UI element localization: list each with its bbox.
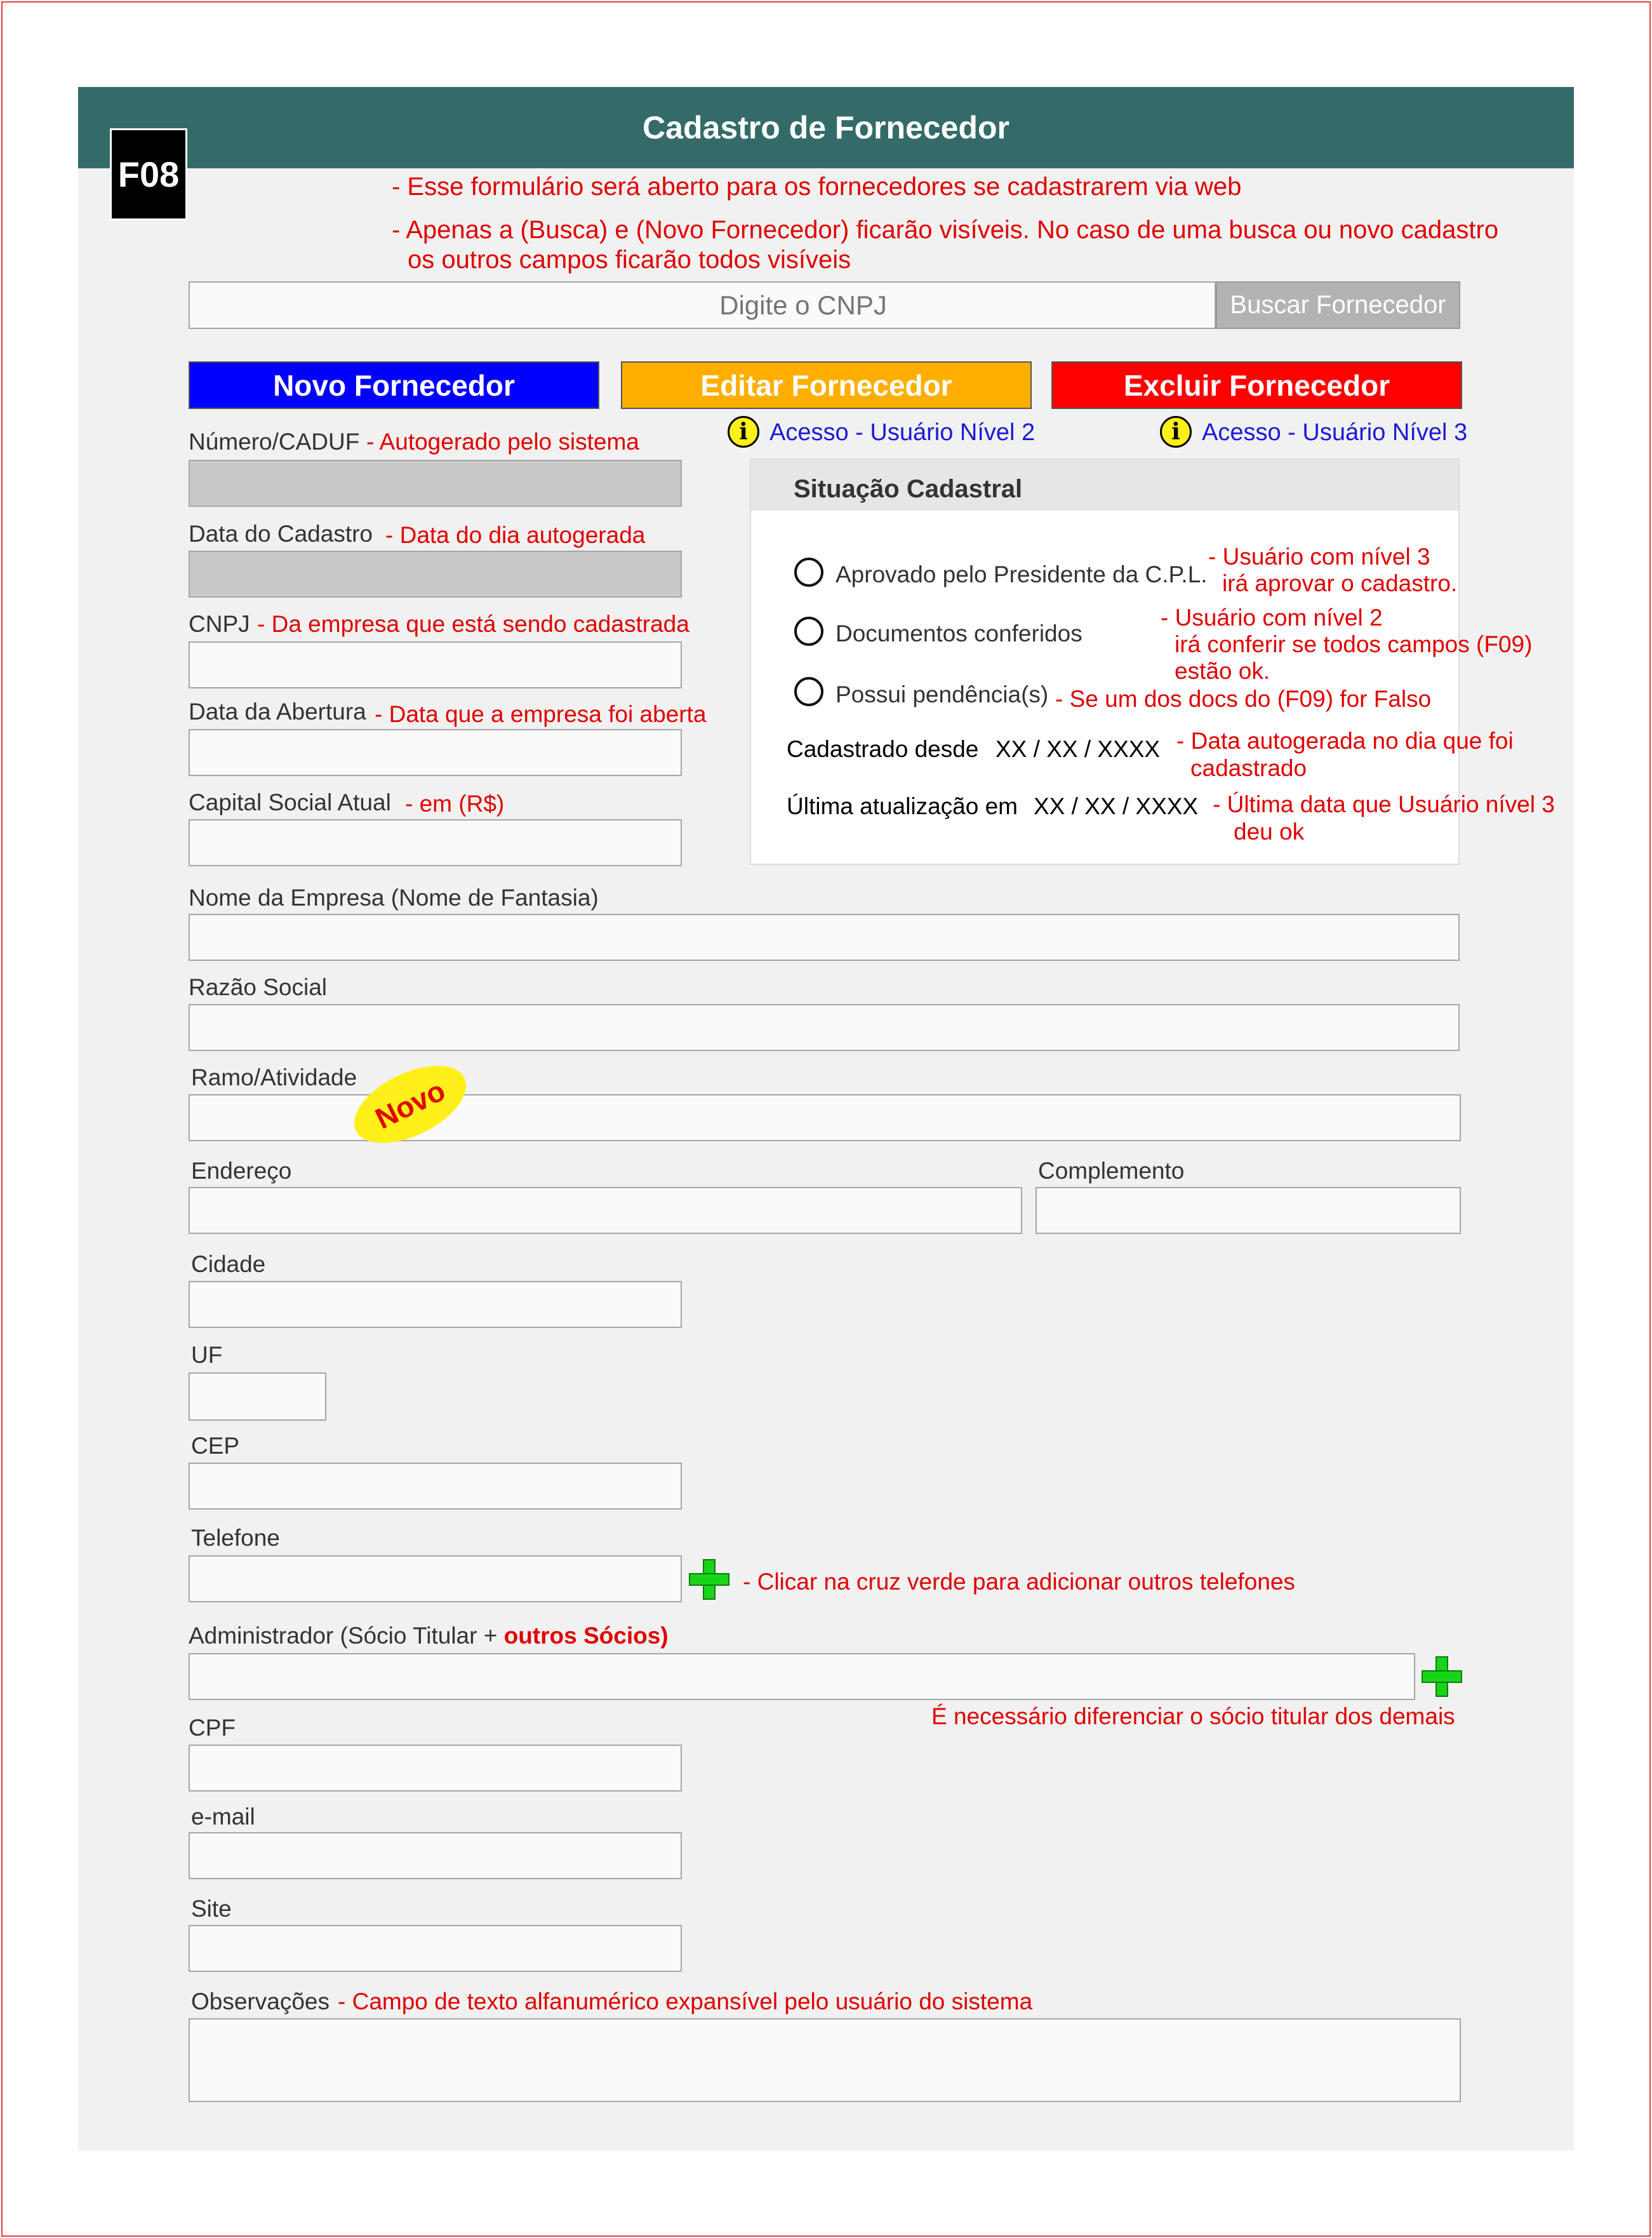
form-header: Cadastro de Fornecedor bbox=[78, 87, 1574, 168]
numero-label: Número/CADUF bbox=[189, 429, 360, 455]
administrador-label-bold: outros Sócios) bbox=[503, 1623, 669, 1649]
atualizacao-value: XX / XX / XXXX bbox=[1034, 793, 1199, 819]
cadastrado-value: XX / XX / XXXX bbox=[996, 736, 1161, 762]
capital-input[interactable] bbox=[189, 819, 682, 866]
form-code-badge: F08 bbox=[110, 128, 187, 220]
capital-note: - em (R$) bbox=[405, 791, 505, 817]
documentos-note-3: estão ok. bbox=[1175, 658, 1270, 684]
aprovado-note-2: irá aprovar o cadastro. bbox=[1222, 570, 1458, 596]
info-icon: i bbox=[1160, 416, 1192, 448]
administrador-label-text: Administrador (Sócio Titular + bbox=[189, 1623, 504, 1649]
cnpj-label: CNPJ bbox=[189, 611, 250, 637]
data-cadastro-note: - Data do dia autogerada bbox=[385, 522, 646, 548]
documentos-radio[interactable] bbox=[794, 617, 823, 646]
site-label: Site bbox=[191, 1896, 232, 1922]
documentos-label: Documentos conferidos bbox=[836, 620, 1082, 647]
endereco-input[interactable] bbox=[189, 1187, 1022, 1234]
site-input[interactable] bbox=[189, 1925, 682, 1972]
cadastrado-note-2: cadastrado bbox=[1190, 755, 1307, 781]
ramo-label: Ramo/Atividade bbox=[191, 1064, 357, 1090]
aprovado-label: Aprovado pelo Presidente da C.P.L. bbox=[836, 561, 1208, 587]
delete-supplier-button[interactable]: Excluir Fornecedor bbox=[1051, 361, 1462, 409]
data-abertura-label: Data da Abertura bbox=[189, 699, 366, 725]
administrador-label: Administrador (Sócio Titular + outros Só… bbox=[189, 1623, 669, 1649]
capital-label: Capital Social Atual bbox=[189, 789, 391, 815]
complemento-input[interactable] bbox=[1036, 1187, 1461, 1234]
search-supplier-button-label: Buscar Fornecedor bbox=[1230, 291, 1446, 319]
razao-social-label: Razão Social bbox=[189, 974, 328, 1000]
cpf-label: CPF bbox=[189, 1715, 236, 1741]
delete-access-note: Acesso - Usuário Nível 3 bbox=[1202, 419, 1468, 446]
cpf-input[interactable] bbox=[189, 1745, 682, 1792]
email-input[interactable] bbox=[189, 1832, 682, 1879]
form-code: F08 bbox=[117, 154, 180, 194]
delete-supplier-label: Excluir Fornecedor bbox=[1123, 368, 1390, 402]
info-icon: i bbox=[728, 416, 759, 448]
nome-empresa-label: Nome da Empresa (Nome de Fantasia) bbox=[189, 885, 599, 911]
cnpj-input[interactable] bbox=[189, 641, 682, 688]
cnpj-search-input[interactable] bbox=[189, 281, 1216, 329]
numero-note: - Autogerado pelo sistema bbox=[366, 429, 639, 455]
telefone-note: - Clicar na cruz verde para adicionar ou… bbox=[743, 1569, 1295, 1595]
edit-supplier-button[interactable]: Editar Fornecedor bbox=[621, 361, 1032, 409]
nome-empresa-input[interactable] bbox=[189, 914, 1460, 961]
cnpj-note: - Da empresa que está sendo cadastrada bbox=[257, 611, 689, 637]
pendencia-note: - Se um dos docs do (F09) for Falso bbox=[1055, 686, 1432, 712]
intro-note-3: os outros campos ficarão todos visíveis bbox=[408, 246, 851, 274]
numero-field bbox=[189, 460, 682, 507]
intro-note-1: - Esse formulário será aberto para os fo… bbox=[392, 173, 1242, 201]
cidade-label: Cidade bbox=[191, 1251, 266, 1277]
cadastrado-note-1: - Data autogerada no dia que foi bbox=[1176, 728, 1514, 754]
data-abertura-input[interactable] bbox=[189, 729, 682, 776]
cidade-input[interactable] bbox=[189, 1281, 682, 1328]
aprovado-radio[interactable] bbox=[794, 558, 823, 587]
intro-note-2: - Apenas a (Busca) e (Novo Fornecedor) f… bbox=[392, 216, 1499, 244]
search-supplier-button[interactable]: Buscar Fornecedor bbox=[1216, 281, 1460, 329]
data-abertura-note: - Data que a empresa foi aberta bbox=[375, 701, 707, 727]
edit-supplier-label: Editar Fornecedor bbox=[700, 368, 952, 402]
uf-input[interactable] bbox=[189, 1372, 326, 1421]
cep-input[interactable] bbox=[189, 1463, 682, 1510]
administrador-input[interactable] bbox=[189, 1653, 1415, 1700]
observacoes-note: - Campo de texto alfanumérico expansível… bbox=[338, 1988, 1033, 2014]
atualizacao-label: Última atualização em bbox=[787, 793, 1018, 819]
data-cadastro-field bbox=[189, 551, 682, 598]
cep-label: CEP bbox=[191, 1433, 240, 1459]
razao-social-input[interactable] bbox=[189, 1004, 1460, 1051]
data-cadastro-label: Data do Cadastro bbox=[189, 521, 373, 547]
telefone-label: Telefone bbox=[191, 1525, 280, 1551]
observacoes-textarea[interactable] bbox=[189, 2018, 1461, 2102]
add-phone-plus-icon[interactable] bbox=[689, 1559, 729, 1600]
add-partner-plus-icon[interactable] bbox=[1422, 1656, 1462, 1697]
email-label: e-mail bbox=[191, 1804, 255, 1830]
telefone-input[interactable] bbox=[189, 1555, 682, 1602]
pendencia-label: Possui pendência(s) bbox=[836, 681, 1049, 707]
cadastrado-label: Cadastrado desde bbox=[787, 736, 979, 762]
new-supplier-button[interactable]: Novo Fornecedor bbox=[189, 361, 599, 409]
new-supplier-label: Novo Fornecedor bbox=[273, 368, 515, 402]
complemento-label: Complemento bbox=[1038, 1158, 1185, 1184]
uf-label: UF bbox=[191, 1342, 223, 1368]
endereco-label: Endereço bbox=[191, 1158, 292, 1184]
edit-access-note: Acesso - Usuário Nível 2 bbox=[769, 419, 1036, 446]
atualizacao-note-2: deu ok bbox=[1234, 819, 1305, 845]
page-title: Cadastro de Fornecedor bbox=[643, 110, 1009, 145]
atualizacao-note-1: - Última data que Usuário nível 3 bbox=[1213, 791, 1555, 817]
documentos-note-1: - Usuário com nível 2 bbox=[1161, 605, 1383, 631]
administrador-note: É necessário diferenciar o sócio titular… bbox=[931, 1703, 1455, 1729]
pendencia-radio[interactable] bbox=[794, 677, 823, 706]
observacoes-label: Observações bbox=[191, 1988, 330, 2014]
documentos-note-2: irá conferir se todos campos (F09) bbox=[1175, 631, 1533, 657]
situacao-title: Situação Cadastral bbox=[794, 475, 1023, 503]
aprovado-note-1: - Usuário com nível 3 bbox=[1208, 544, 1430, 570]
